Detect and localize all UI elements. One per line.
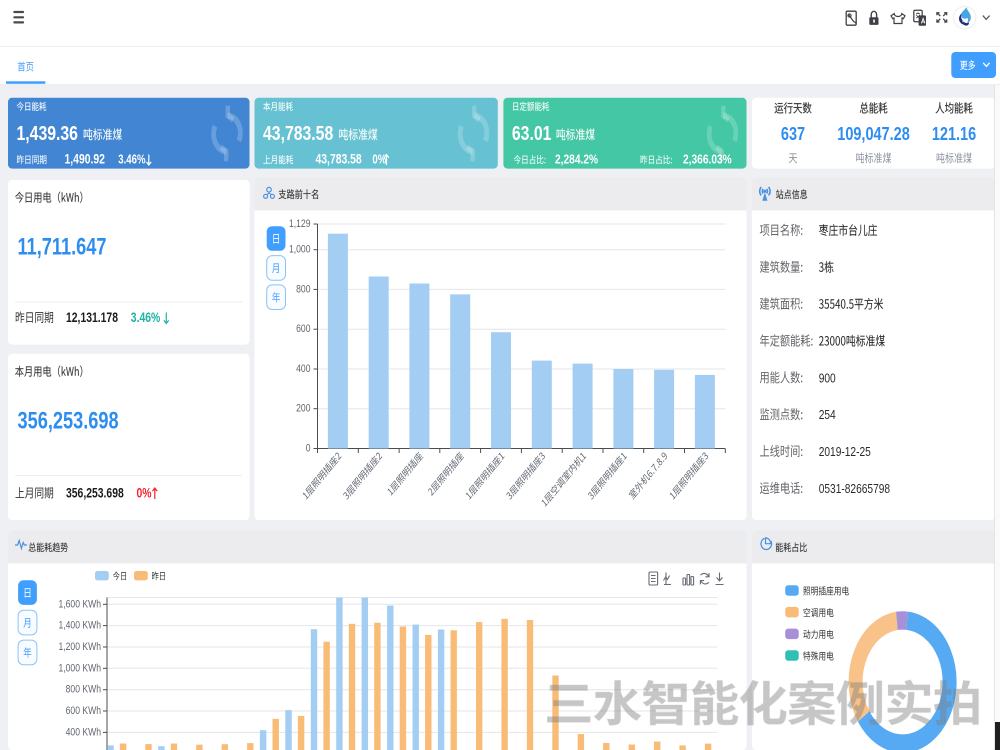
svg-text:43,783.58: 43,783.58 (316, 151, 362, 167)
svg-text:0%: 0% (137, 485, 152, 501)
svg-text:1,129: 1,129 (289, 218, 311, 230)
svg-text:200: 200 (296, 403, 311, 415)
svg-text:400: 400 (296, 363, 311, 375)
svg-text:2,366.03%: 2,366.03% (683, 151, 732, 167)
svg-text:1,490.92: 1,490.92 (65, 151, 106, 167)
svg-text:121.16: 121.16 (932, 123, 976, 144)
svg-text:1,439.36: 1,439.36 (17, 121, 78, 145)
svg-text:63.01: 63.01 (512, 121, 552, 145)
svg-text:900: 900 (819, 370, 836, 386)
svg-text:2019-12-25: 2019-12-25 (819, 444, 871, 460)
svg-text:356,253.698: 356,253.698 (66, 485, 124, 501)
svg-text:3.46%: 3.46% (131, 310, 161, 326)
svg-text:0%: 0% (372, 153, 386, 166)
svg-text:356,253.698: 356,253.698 (18, 408, 119, 434)
svg-text:11,711.647: 11,711.647 (18, 234, 107, 260)
svg-text:637: 637 (781, 123, 805, 144)
svg-text:1,000 KWh: 1,000 KWh (58, 662, 101, 674)
svg-text:1,400 KWh: 1,400 KWh (58, 620, 101, 632)
svg-text:600: 600 (296, 323, 311, 335)
svg-text:0: 0 (306, 443, 311, 455)
svg-text:2,284.2%: 2,284.2% (555, 151, 598, 167)
svg-text:12,131.178: 12,131.178 (66, 310, 118, 326)
svg-text:1,000: 1,000 (289, 244, 311, 256)
svg-text:109,047.28: 109,047.28 (837, 123, 909, 144)
svg-text:254: 254 (819, 407, 836, 423)
svg-text:600 KWh: 600 KWh (66, 705, 101, 717)
svg-text:0531-82665798: 0531-82665798 (819, 481, 891, 497)
svg-text:400 KWh: 400 KWh (66, 726, 101, 738)
svg-text:3.46%: 3.46% (118, 153, 145, 166)
svg-text:43,783.58: 43,783.58 (263, 121, 333, 145)
svg-text:1,600 KWh: 1,600 KWh (58, 598, 101, 610)
svg-text:800 KWh: 800 KWh (66, 684, 101, 696)
svg-text:1,200 KWh: 1,200 KWh (58, 641, 101, 653)
svg-text:800: 800 (296, 283, 311, 295)
